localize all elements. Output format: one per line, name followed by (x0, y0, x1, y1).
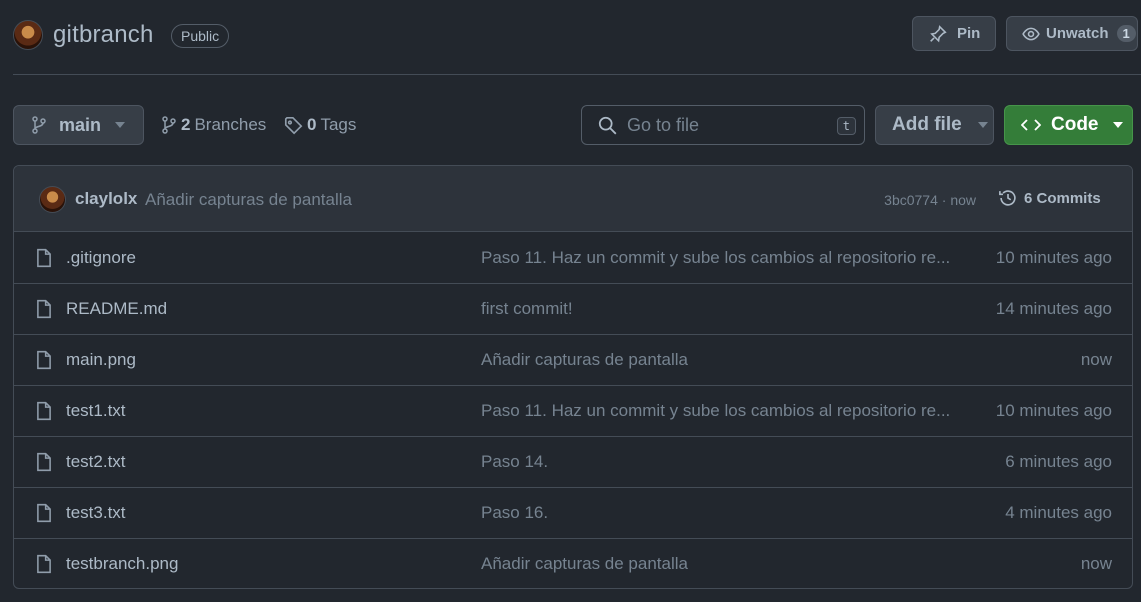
tags-count: 0 (307, 115, 317, 134)
file-row[interactable]: testbranch.png Añadir capturas de pantall… (14, 538, 1132, 588)
file-icon (36, 350, 52, 370)
history-icon (998, 188, 1018, 208)
file-commit-message[interactable]: Paso 11. Haz un commit y sube los cambio… (481, 401, 961, 421)
file-commit-message[interactable]: Paso 16. (481, 503, 961, 523)
latest-commit-bar: claylolx Añadir capturas de pantalla 3bc… (14, 166, 1132, 232)
unwatch-button[interactable]: Unwatch 1 (1006, 16, 1138, 51)
add-file-button[interactable]: Add file (875, 105, 994, 145)
branch-name: main (59, 114, 102, 135)
file-commit-time: 6 minutes ago (1005, 452, 1112, 471)
file-commit-message[interactable]: Añadir capturas de pantalla (481, 350, 961, 370)
file-row[interactable]: test1.txt Paso 11. Haz un commit y sube l… (14, 385, 1132, 436)
go-to-file-search[interactable]: Go to file t (581, 105, 865, 145)
file-icon (36, 299, 52, 319)
file-row[interactable]: test2.txt Paso 14. 6 minutes ago (14, 436, 1132, 487)
file-commit-message[interactable]: Paso 11. Haz un commit y sube los cambio… (481, 248, 961, 268)
git-branch-icon (31, 116, 47, 134)
file-commit-time: now (1080, 350, 1112, 369)
code-icon (1021, 117, 1041, 133)
triangle-down-icon (1112, 122, 1123, 128)
unwatch-label: Unwatch (1046, 25, 1109, 42)
file-name[interactable]: test2.txt (66, 452, 126, 472)
file-commit-time: 4 minutes ago (1005, 503, 1112, 522)
file-commit-time: 14 minutes ago (995, 299, 1112, 318)
repo-name[interactable]: gitbranch (53, 21, 154, 49)
branches-link[interactable]: 2 Branches (161, 115, 266, 135)
search-icon (598, 116, 617, 135)
file-row[interactable]: .gitignore Paso 11. Haz un commit y sube … (14, 232, 1132, 283)
file-name[interactable]: test3.txt (66, 503, 126, 523)
commit-sha-time[interactable]: 3bc0774 · now (884, 192, 976, 208)
add-file-label: Add file (892, 114, 962, 135)
file-name[interactable]: .gitignore (66, 248, 136, 268)
commit-author[interactable]: claylolx (75, 189, 137, 209)
file-commit-message[interactable]: first commit! (481, 299, 961, 319)
code-button[interactable]: Code (1004, 105, 1133, 145)
file-list: .gitignore Paso 11. Haz un commit y sube … (14, 232, 1132, 588)
git-branch-icon (161, 116, 177, 134)
file-name[interactable]: testbranch.png (66, 554, 178, 574)
file-row[interactable]: main.png Añadir capturas de pantalla now (14, 334, 1132, 385)
file-icon (36, 452, 52, 472)
branches-count: 2 (181, 115, 191, 134)
file-commit-time: 10 minutes ago (995, 247, 1112, 267)
code-label: Code (1051, 114, 1099, 135)
branch-selector[interactable]: main (13, 105, 144, 145)
file-name[interactable]: README.md (66, 299, 167, 319)
pin-icon (929, 24, 947, 43)
commits-count-label: 6 Commits (1024, 189, 1101, 207)
file-icon (36, 401, 52, 421)
tag-icon (284, 116, 303, 135)
header-divider (13, 74, 1141, 75)
triangle-down-icon (115, 122, 126, 128)
file-icon (36, 554, 52, 574)
tags-label: Tags (320, 115, 357, 134)
file-icon (36, 248, 52, 268)
file-name[interactable]: test1.txt (66, 401, 126, 421)
eye-icon (1022, 25, 1040, 43)
commit-message[interactable]: Añadir capturas de pantalla (145, 190, 352, 210)
visibility-badge: Public (171, 24, 230, 48)
file-commit-time: 10 minutes ago (995, 401, 1112, 420)
tags-link[interactable]: 0 Tags (284, 115, 356, 135)
file-table: claylolx Añadir capturas de pantalla 3bc… (13, 165, 1133, 589)
search-shortcut-key: t (836, 117, 856, 135)
file-icon (36, 503, 52, 523)
file-row[interactable]: README.md first commit! 14 minutes ago (14, 283, 1132, 334)
repo-owner-avatar[interactable] (13, 20, 43, 50)
file-row[interactable]: test3.txt Paso 16. 4 minutes ago (14, 487, 1132, 538)
file-commit-message[interactable]: Paso 14. (481, 452, 961, 472)
triangle-down-icon (977, 122, 988, 128)
branches-label: Branches (194, 115, 267, 134)
pin-button[interactable]: Pin (912, 16, 996, 51)
file-name[interactable]: main.png (66, 350, 136, 370)
file-commit-message[interactable]: Añadir capturas de pantalla (481, 554, 961, 574)
search-placeholder: Go to file (627, 114, 700, 135)
commits-history-link[interactable]: 6 Commits (998, 188, 1101, 208)
file-commit-time: now (1080, 554, 1112, 573)
pin-label: Pin (957, 25, 981, 42)
commit-author-avatar[interactable] (39, 186, 66, 213)
watch-count: 1 (1116, 25, 1136, 42)
